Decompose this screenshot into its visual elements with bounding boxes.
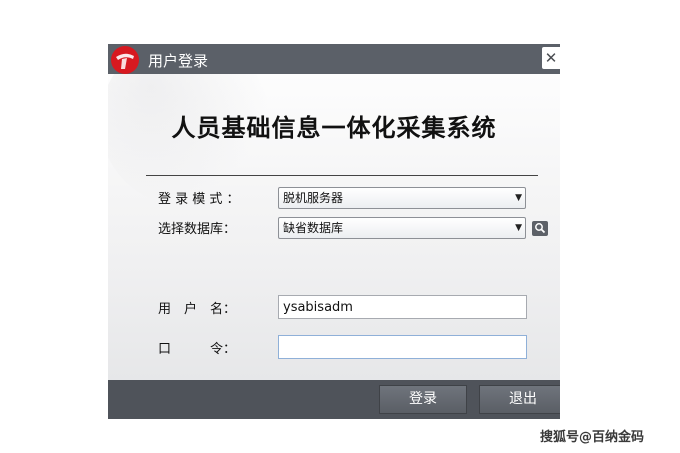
window-title: 用户登录 bbox=[148, 52, 209, 70]
login-mode-value: 脱机服务器 bbox=[283, 191, 344, 205]
exit-button[interactable]: 退出 bbox=[479, 385, 560, 414]
login-mode-label: 登 录 模 式 ： bbox=[158, 192, 240, 207]
database-select[interactable]: 缺省数据库 ▼ bbox=[278, 217, 526, 239]
button-bar: 登录 退出 bbox=[108, 380, 560, 419]
password-input[interactable] bbox=[278, 335, 527, 359]
app-logo-icon bbox=[111, 46, 139, 74]
database-value: 缺省数据库 bbox=[283, 221, 344, 235]
database-label: 选择数据库： bbox=[158, 222, 237, 237]
dropdown-arrow-icon: ▼ bbox=[515, 223, 522, 233]
search-icon bbox=[535, 223, 546, 234]
login-mode-select[interactable]: 脱机服务器 ▼ bbox=[278, 187, 526, 209]
login-dialog: 用户登录 ✕ 人员基础信息一体化采集系统 登 录 模 式 ： 脱机服务器 ▼ 选… bbox=[108, 44, 560, 419]
dropdown-arrow-icon: ▼ bbox=[515, 193, 522, 203]
header-divider bbox=[146, 175, 538, 176]
close-icon: ✕ bbox=[544, 49, 558, 67]
username-label: 用 户 名： bbox=[158, 302, 237, 317]
password-label: 口 令： bbox=[158, 342, 237, 357]
site-watermark: 搜狐号@百纳金码 bbox=[540, 430, 645, 445]
username-input[interactable] bbox=[278, 295, 527, 319]
database-search-button[interactable] bbox=[532, 221, 548, 236]
login-button[interactable]: 登录 bbox=[379, 385, 467, 414]
title-bar[interactable]: 用户登录 ✕ bbox=[108, 44, 560, 74]
app-title: 人员基础信息一体化采集系统 bbox=[171, 114, 497, 142]
close-button[interactable]: ✕ bbox=[542, 47, 560, 69]
